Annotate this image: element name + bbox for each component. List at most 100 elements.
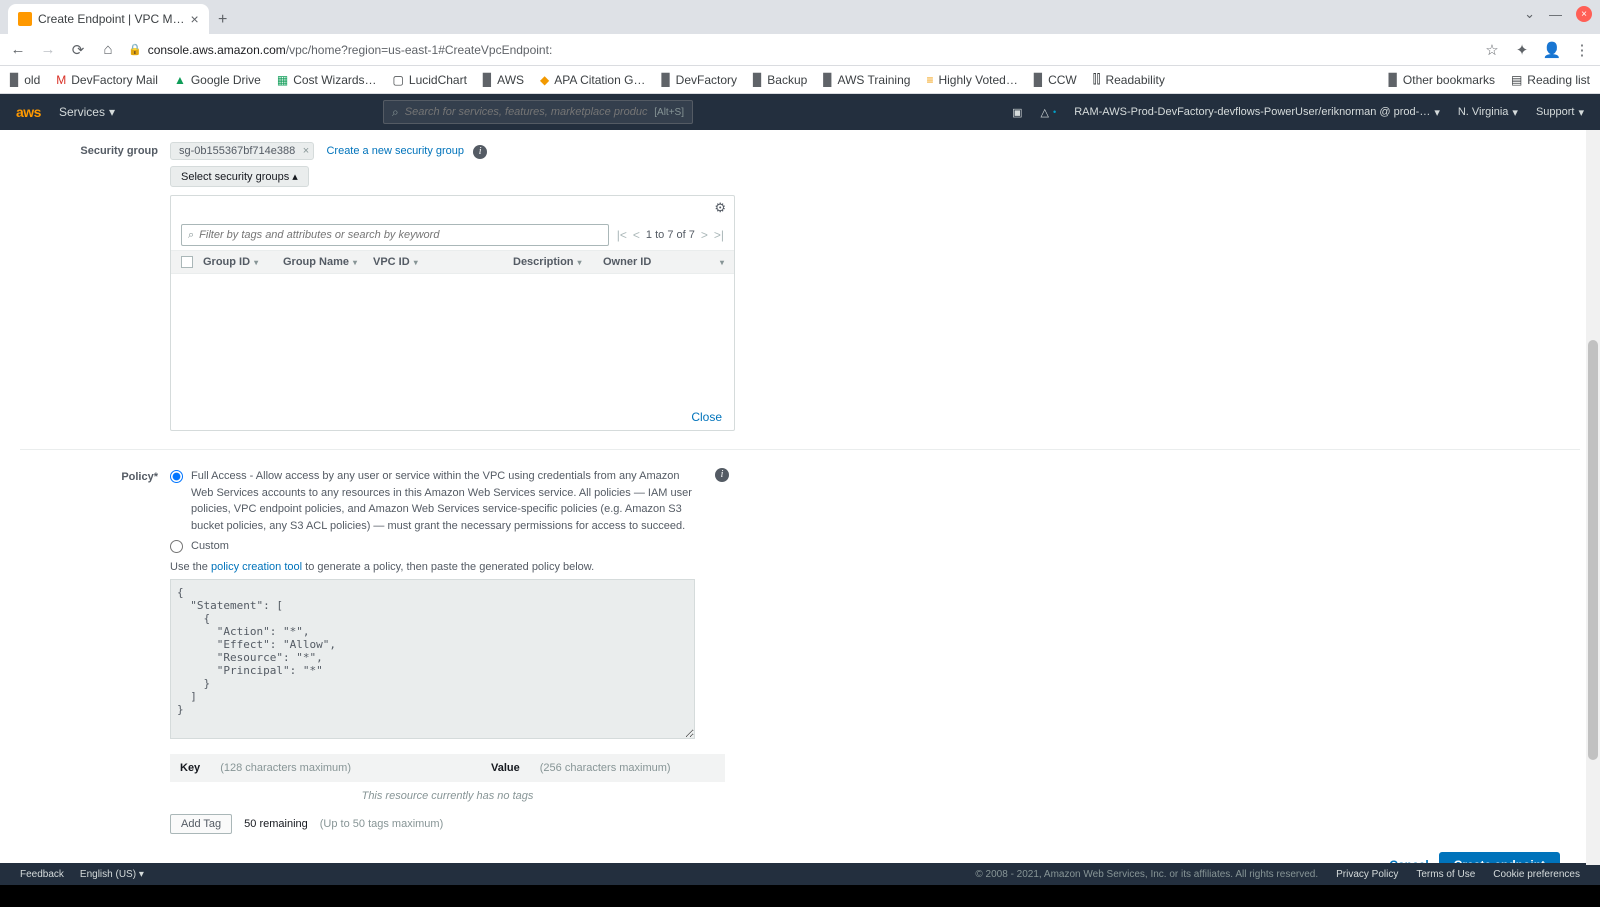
browser-tab[interactable]: Create Endpoint | VPC M… × <box>8 4 209 34</box>
caret-down-icon: ▾ <box>109 105 115 119</box>
new-tab-button[interactable]: + <box>209 6 237 34</box>
policy-hint: Use the policy creation tool to generate… <box>170 561 910 573</box>
home-icon[interactable]: ⌂ <box>98 41 118 58</box>
back-icon[interactable]: ← <box>8 41 28 58</box>
copyright: © 2008 - 2021, Amazon Web Services, Inc.… <box>975 869 1318 880</box>
remove-chip-icon[interactable]: × <box>303 145 309 157</box>
chevron-down-icon[interactable]: ⌄ <box>1524 6 1535 22</box>
col-group-id[interactable]: Group ID▾ <box>203 256 283 268</box>
policy-label: Policy* <box>20 468 170 483</box>
policy-full-access-radio[interactable] <box>170 470 183 483</box>
url-text: console.aws.amazon.com/vpc/home?region=u… <box>148 43 553 57</box>
cookie-link[interactable]: Cookie preferences <box>1493 869 1580 880</box>
reload-icon[interactable]: ⟳ <box>68 41 88 59</box>
bookmark-item[interactable]: ▉old <box>10 73 40 87</box>
folder-icon: ▉ <box>483 73 492 87</box>
col-vpc-id[interactable]: VPC ID▾ <box>373 256 513 268</box>
minimize-icon[interactable]: — <box>1549 7 1562 22</box>
close-window-icon[interactable]: × <box>1576 6 1592 22</box>
reading-list[interactable]: ▤Reading list <box>1511 73 1590 87</box>
search-input[interactable] <box>405 106 649 118</box>
notifications-icon[interactable]: △• <box>1041 106 1057 119</box>
aws-logo[interactable]: aws <box>16 104 41 120</box>
tab-bar: Create Endpoint | VPC M… × + ⌄ — × <box>0 0 1600 34</box>
letterbox <box>0 885 1600 907</box>
tag-key-hint: (128 characters maximum) <box>220 762 351 774</box>
col-owner-id[interactable]: Owner ID▾ <box>603 256 724 268</box>
search-icon: ⌕ <box>392 105 399 120</box>
support-menu[interactable]: Support ▾ <box>1536 106 1584 119</box>
security-group-panel: ⚙ ⌕ |< < 1 to 7 of 7 > >| <box>170 195 735 431</box>
select-all-checkbox[interactable] <box>181 256 193 268</box>
terms-link[interactable]: Terms of Use <box>1416 869 1475 880</box>
page-info: 1 to 7 of 7 <box>646 229 695 241</box>
star-icon[interactable]: ☆ <box>1482 41 1502 59</box>
bookmark-item[interactable]: ▉DevFactory <box>661 73 737 87</box>
sort-icon: ▾ <box>578 258 582 267</box>
page-prev-icon[interactable]: < <box>633 228 640 242</box>
url-field[interactable]: 🔒 console.aws.amazon.com/vpc/home?region… <box>128 43 1472 57</box>
gear-icon[interactable]: ⚙ <box>714 200 726 216</box>
scrollbar-thumb[interactable] <box>1588 340 1598 760</box>
add-tag-button[interactable]: Add Tag <box>170 814 232 834</box>
tag-key-header: Key <box>180 762 200 774</box>
bookmark-item[interactable]: ▉Backup <box>753 73 807 87</box>
info-icon[interactable]: i <box>715 468 729 482</box>
create-security-group-link[interactable]: Create a new security group <box>326 145 464 157</box>
policy-full-desc: Full Access - Allow access by any user o… <box>191 468 701 534</box>
list-icon: ▤ <box>1511 73 1522 87</box>
filter-input-wrapper[interactable]: ⌕ <box>181 224 609 246</box>
page-last-icon[interactable]: >| <box>714 228 724 242</box>
bookmarks-bar: ▉old MDevFactory Mail ▲Google Drive ▦Cos… <box>0 66 1600 94</box>
account-menu[interactable]: RAM-AWS-Prod-DevFactory-devflows-PowerUs… <box>1074 106 1440 119</box>
search-box[interactable]: ⌕ [Alt+S] <box>383 100 693 124</box>
caret-up-icon: ▴ <box>292 171 298 183</box>
lock-icon: 🔒 <box>128 43 142 56</box>
close-panel-link[interactable]: Close <box>691 410 722 424</box>
feedback-link[interactable]: Feedback <box>20 869 64 880</box>
address-bar: ← → ⟳ ⌂ 🔒 console.aws.amazon.com/vpc/hom… <box>0 34 1600 66</box>
tab-title: Create Endpoint | VPC M… <box>38 12 185 26</box>
tags-remaining: 50 remaining <box>244 818 308 830</box>
mail-icon: M <box>56 73 66 87</box>
region-menu[interactable]: N. Virginia ▾ <box>1458 106 1518 119</box>
bookmark-item[interactable]: ▲Google Drive <box>174 73 261 87</box>
sort-icon: ▾ <box>414 258 418 267</box>
close-tab-icon[interactable]: × <box>191 11 199 27</box>
bookmark-item[interactable]: ≡Highly Voted… <box>926 73 1017 87</box>
policy-creation-tool-link[interactable]: policy creation tool <box>211 561 302 573</box>
col-description[interactable]: Description▾ <box>513 256 603 268</box>
bookmark-item[interactable]: ▢LucidChart <box>393 73 467 87</box>
page-next-icon[interactable]: > <box>701 228 708 242</box>
readability-icon: ⫿⫿ <box>1093 72 1101 87</box>
other-bookmarks[interactable]: ▉Other bookmarks <box>1389 73 1495 87</box>
bookmark-item[interactable]: ▉CCW <box>1034 73 1077 87</box>
col-group-name[interactable]: Group Name▾ <box>283 256 373 268</box>
bookmark-item[interactable]: ▉AWS <box>483 73 524 87</box>
menu-icon[interactable]: ⋮ <box>1572 41 1592 59</box>
select-security-groups-dropdown[interactable]: Select security groups ▴ <box>170 166 309 187</box>
extensions-icon[interactable]: ✦ <box>1512 41 1532 59</box>
bookmark-item[interactable]: ▉AWS Training <box>823 73 910 87</box>
bookmark-item[interactable]: ◆APA Citation G… <box>540 73 645 87</box>
services-menu[interactable]: Services▾ <box>59 105 115 119</box>
bookmark-item[interactable]: ▦Cost Wizards… <box>277 73 377 87</box>
policy-custom-radio[interactable] <box>170 540 183 553</box>
security-group-chip[interactable]: sg-0b155367bf714e388 × <box>170 142 314 160</box>
policy-textarea[interactable] <box>170 579 695 739</box>
profile-icon[interactable]: 👤 <box>1542 41 1562 59</box>
page-first-icon[interactable]: |< <box>617 228 627 242</box>
table-header: Group ID▾ Group Name▾ VPC ID▾ Descriptio… <box>171 250 734 274</box>
folder-icon: ▉ <box>823 73 832 87</box>
tag-value-hint: (256 characters maximum) <box>540 762 671 774</box>
info-icon[interactable]: i <box>473 145 487 159</box>
filter-input[interactable] <box>199 229 602 241</box>
privacy-link[interactable]: Privacy Policy <box>1336 869 1398 880</box>
language-menu[interactable]: English (US) ▾ <box>80 869 144 880</box>
so-icon: ≡ <box>926 73 933 87</box>
scrollbar-track[interactable] <box>1586 130 1600 865</box>
bookmark-item[interactable]: MDevFactory Mail <box>56 73 158 87</box>
sort-icon: ▾ <box>254 258 258 267</box>
cloudshell-icon[interactable]: ▣ <box>1012 106 1022 119</box>
bookmark-item[interactable]: ⫿⫿Readability <box>1093 72 1165 87</box>
